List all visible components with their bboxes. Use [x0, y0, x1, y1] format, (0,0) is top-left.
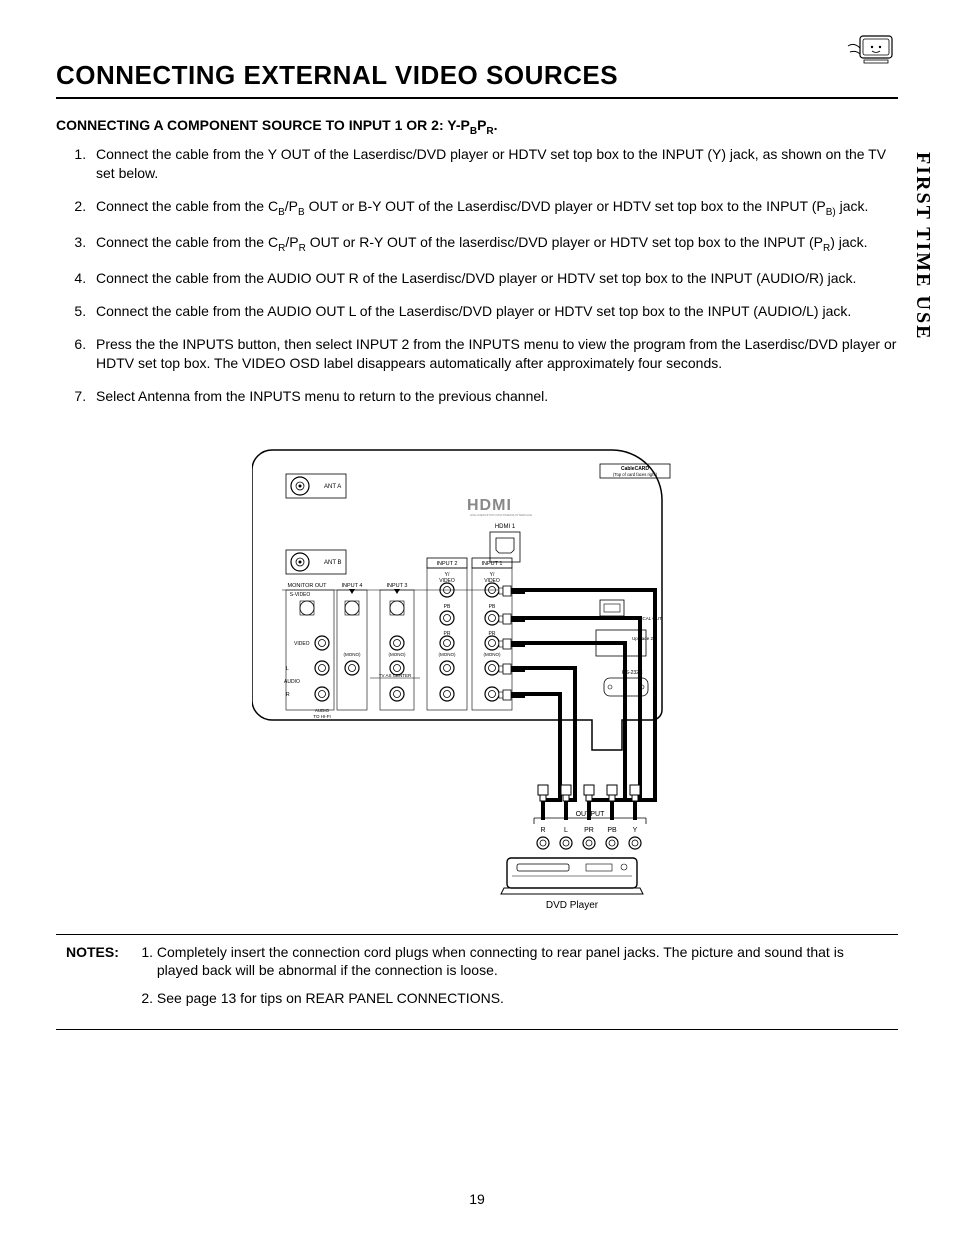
step-6: Press the the INPUTS button, then select…	[90, 335, 898, 373]
page-number: 19	[0, 1191, 954, 1207]
svg-text:Y: Y	[633, 827, 638, 834]
tv-cartoon-icon	[842, 30, 898, 66]
svg-text:PB: PB	[489, 604, 496, 610]
svg-text:HIGH-DEFINITION MULTIMEDIA INT: HIGH-DEFINITION MULTIMEDIA INTERFACE	[470, 513, 532, 517]
label-video: VIDEO	[294, 641, 310, 647]
svg-text:R: R	[540, 827, 545, 834]
svg-text:L: L	[286, 666, 289, 672]
label-hdmi: HDMI 1	[495, 524, 516, 530]
label-input1: INPUT 1	[482, 561, 503, 567]
label-monitor-out: MONITOR OUT	[287, 583, 327, 589]
svg-text:(MONO): (MONO)	[389, 652, 406, 657]
label-output: OUTPUT	[576, 811, 606, 818]
notes-label: NOTES:	[66, 943, 119, 1018]
svg-text:PB: PB	[607, 827, 617, 834]
label-input4: INPUT 4	[342, 583, 363, 589]
label-input3: INPUT 3	[387, 583, 408, 589]
title-rule	[56, 97, 898, 99]
svg-text:Upgrade 2: Upgrade 2	[632, 636, 654, 641]
note-2: See page 13 for tips on REAR PANEL CONNE…	[157, 989, 888, 1007]
connection-diagram: CableCARD (Top of card faces right) ANT …	[252, 430, 702, 910]
label-tv-as-center: TV AS CENTER	[379, 673, 412, 678]
svg-text:TO HI-FI: TO HI-FI	[313, 714, 330, 719]
page-title: Connecting External Video Sources	[56, 60, 898, 91]
svg-text:(MONO): (MONO)	[344, 652, 361, 657]
step-3: Connect the cable from the CR/PR OUT or …	[90, 233, 898, 255]
svg-text:L: L	[564, 827, 568, 834]
svg-text:R: R	[286, 692, 290, 698]
label-ant-a: ANT A	[324, 484, 341, 490]
step-7: Select Antenna from the INPUTS menu to r…	[90, 387, 898, 406]
label-svideo: S-VIDEO	[290, 592, 311, 598]
svg-text:AUDIO: AUDIO	[315, 708, 330, 713]
step-5: Connect the cable from the AUDIO OUT L o…	[90, 302, 898, 321]
notes-list: Completely insert the connection cord pl…	[137, 943, 888, 1018]
svideo-jacks	[300, 601, 404, 615]
dvd-player-icon	[501, 858, 643, 894]
note-1: Completely insert the connection cord pl…	[157, 943, 888, 979]
svg-text:(MONO): (MONO)	[484, 652, 501, 657]
svg-text:PR: PR	[584, 827, 594, 834]
section-subtitle: CONNECTING A COMPONENT SOURCE TO INPUT 1…	[56, 117, 898, 137]
svg-text:(MONO): (MONO)	[439, 652, 456, 657]
side-tab-first-time-use: FIRST TIME USE	[911, 152, 934, 340]
steps-list: Connect the cable from the Y OUT of the …	[56, 145, 898, 406]
label-dvd-player: DVD Player	[546, 900, 599, 910]
label-input2: INPUT 2	[437, 561, 458, 567]
label-audio: AUDIO	[284, 679, 300, 685]
label-ant-b: ANT B	[324, 560, 342, 566]
step-1: Connect the cable from the Y OUT of the …	[90, 145, 898, 183]
svg-text:HDMI: HDMI	[467, 497, 512, 514]
notes-box: NOTES: Completely insert the connection …	[56, 934, 898, 1031]
label-cablecard-sub: (Top of card faces right)	[613, 472, 658, 477]
step-4: Connect the cable from the AUDIO OUT R o…	[90, 269, 898, 288]
step-2: Connect the cable from the CB/PB OUT or …	[90, 197, 898, 219]
svg-text:PB: PB	[444, 604, 451, 610]
